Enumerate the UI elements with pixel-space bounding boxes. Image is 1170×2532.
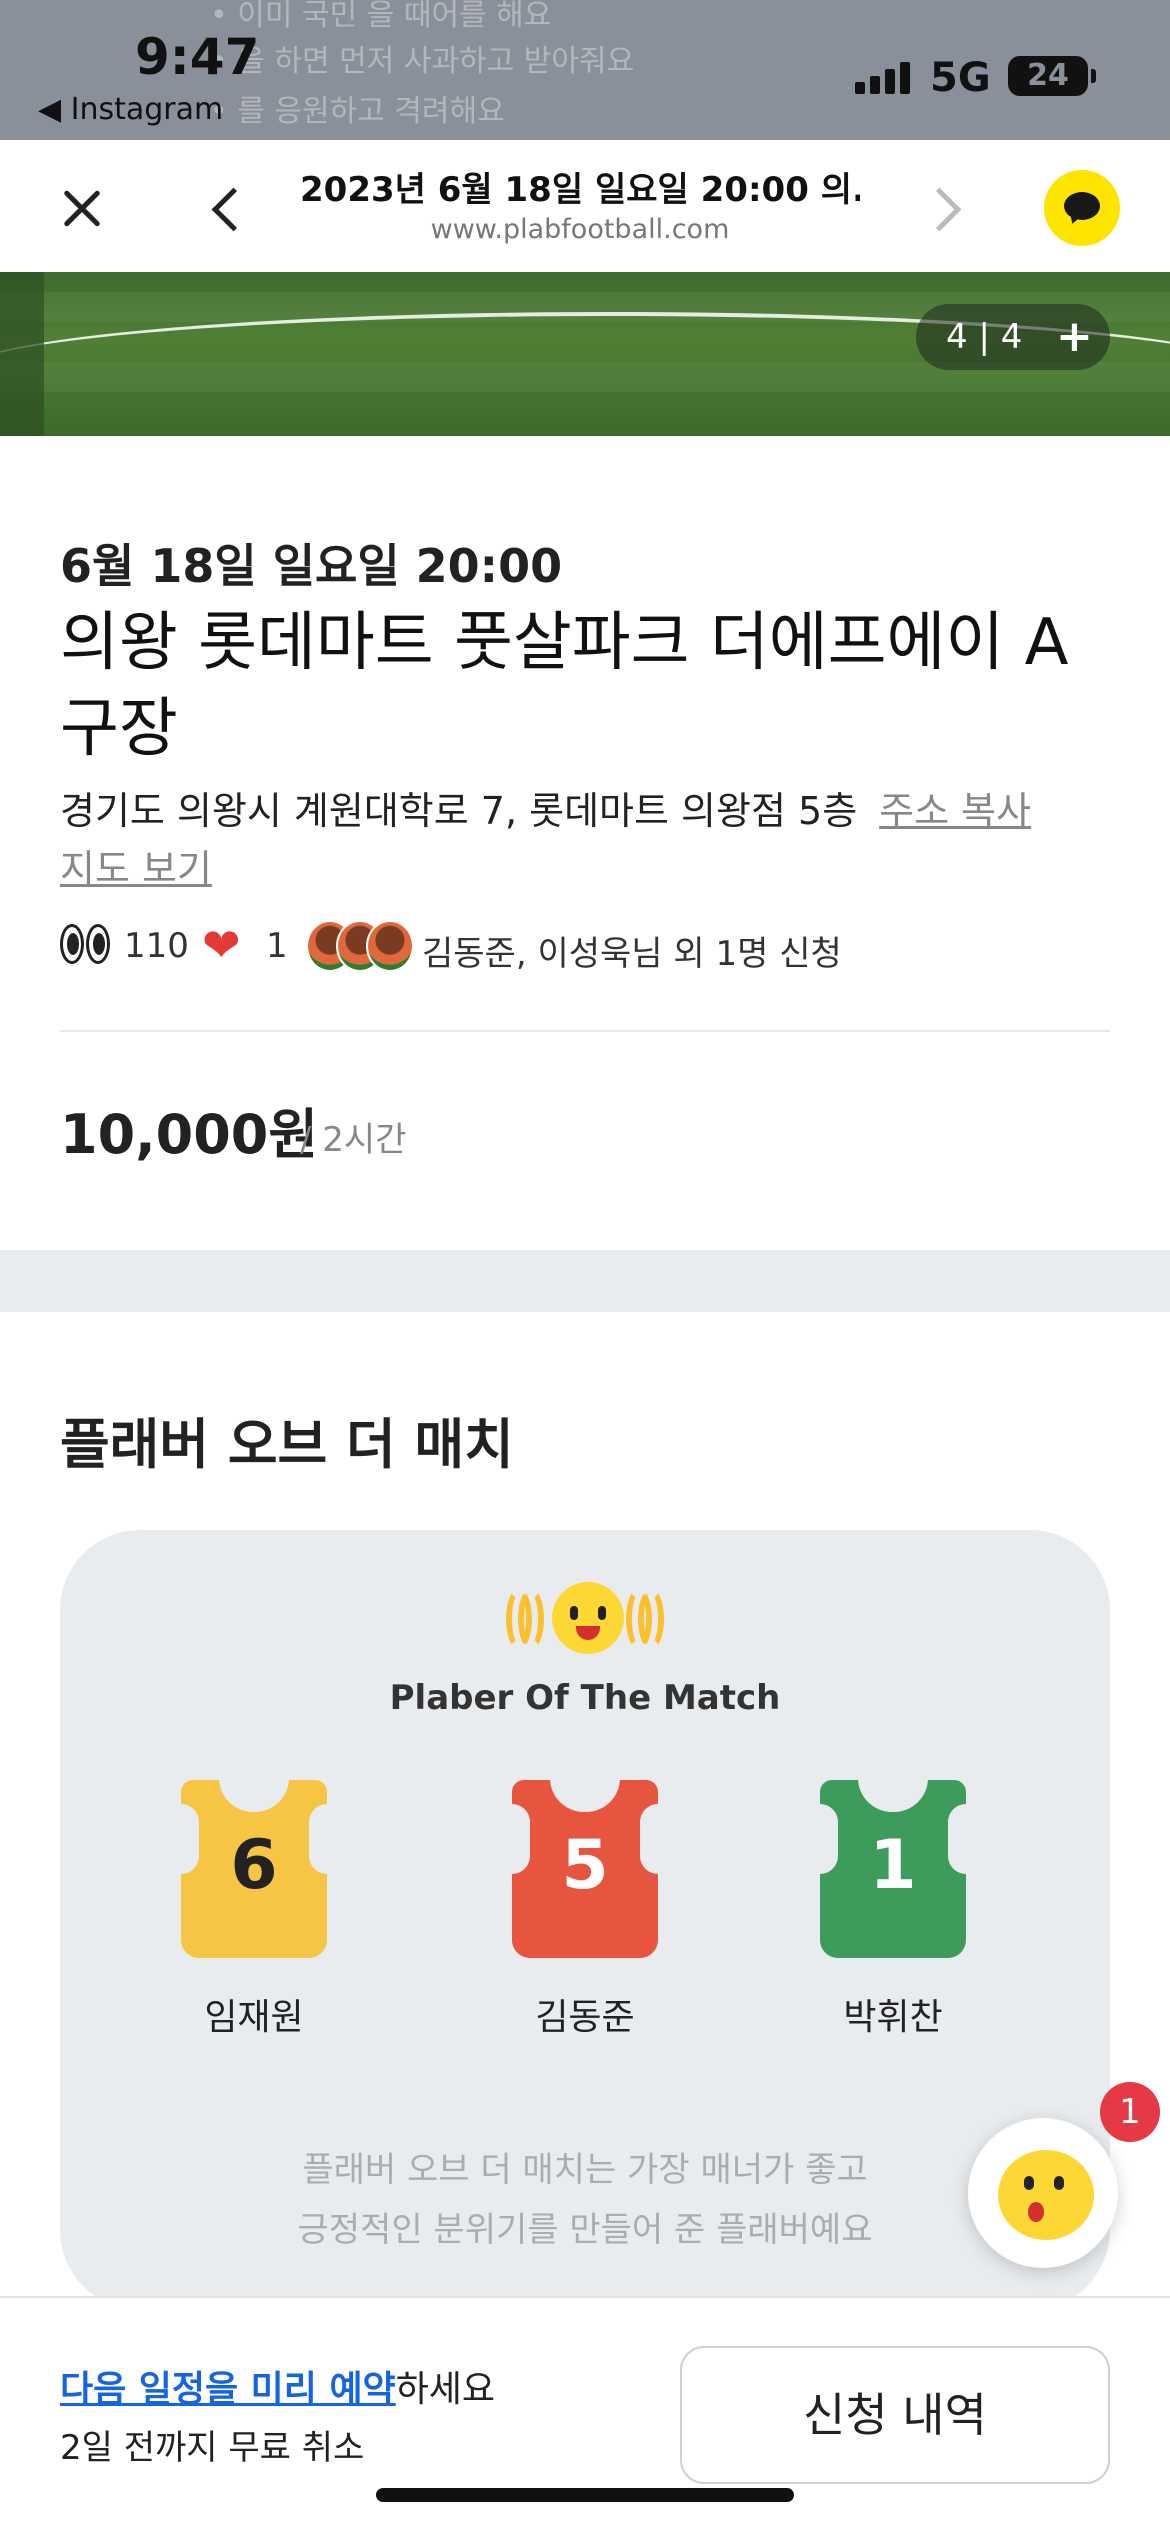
jersey-icon: 5 [512,1778,658,1958]
view-count: 110 [124,926,189,966]
potm-player: 6 임재원 [174,1778,334,2040]
chat-bot-button[interactable] [968,2118,1118,2268]
applicants-text: 김동준, 이성욱님 외 1명 신청 [422,934,842,974]
eyes-icon [60,924,112,968]
section-separator [0,1250,1170,1312]
applicant-avatars [306,920,416,972]
network-type: 5G [930,55,991,101]
venue-name: 의왕 롯데마트 풋살파크 더에프에이 A구장 [60,606,1069,766]
player-name: 김동준 [535,1997,635,2038]
reserve-suffix: 하세요 [395,2369,496,2410]
jersey-icon: 1 [820,1778,966,1958]
potm-player: 5 김동준 [505,1778,665,2040]
browser-title: 2023년 6월 18일 일요일 20:00 의... [300,170,860,210]
back-icon[interactable] [202,180,252,240]
expand-photo-icon[interactable]: + [1056,304,1093,370]
background-text: • 이미 국민 을 때어를 해요 [210,0,552,33]
venue-address: 경기도 의왕시 계원대학로 7, 롯데마트 의왕점 5층 주소 복사 [60,780,1031,835]
match-datetime: 6월 18일 일요일 20:00 [60,539,563,593]
background-text: • 를 응원하고 격려해요 [210,94,505,129]
potm-card: Plaber Of The Match 6 임재원 5 김동준 1 박휘찬 플래… [60,1530,1110,2310]
kakaotalk-share-icon[interactable] [1044,170,1120,246]
home-indicator [376,2488,794,2502]
player-name: 임재원 [204,1997,304,2038]
jersey-number: 5 [561,1826,609,1905]
cheering-face-icon [506,1580,666,1660]
like-count: 1 [266,926,288,966]
close-icon[interactable] [52,178,112,238]
reserve-prompt: 다음 일정을 미리 예약하세요 [60,2360,495,2412]
heart-icon[interactable]: ❤ [202,922,241,968]
in-app-browser-header: 2023년 6월 18일 일요일 20:00 의... www.plabfoot… [0,140,1170,272]
status-bar: • 이미 국민 을 때어를 해요 • 을 하면 먼저 사과하고 받아줘요 • 를… [0,0,1170,140]
application-history-button[interactable]: 신청 내역 [680,2346,1110,2484]
match-duration: / 2시간 [300,1120,407,1160]
surprised-face-icon [998,2150,1094,2240]
signal-icon [855,62,913,94]
cancel-policy-note: 2일 전까지 무료 취소 [60,2428,365,2468]
match-price: 10,000원 [60,1103,319,1166]
photo-index: 4 | 4 [946,317,1023,357]
potm-description: 플래버 오브 더 매치는 가장 매너가 좋고 긍정적인 분위기를 만들어 준 플… [60,2140,1110,2260]
jersey-icon: 6 [181,1778,327,1958]
jersey-number: 1 [869,1826,917,1905]
forward-icon[interactable] [920,180,970,240]
potm-section-title: 플래버 오브 더 매치 [60,1413,514,1476]
photo-counter[interactable]: 4 | 4 + [916,304,1110,370]
background-text: • 을 하면 먼저 사과하고 받아줘요 [210,44,635,79]
address-text: 경기도 의왕시 계원대학로 7, 롯데마트 의왕점 5층 [60,789,858,833]
copy-address-link[interactable]: 주소 복사 [879,789,1031,833]
player-name: 박휘찬 [843,1997,943,2038]
status-time: 9:47 [135,28,260,86]
view-map-link[interactable]: 지도 보기 [60,838,212,893]
potm-label: Plaber Of The Match [389,1678,781,1718]
jersey-number: 6 [230,1826,278,1905]
notification-badge: 1 [1100,2082,1160,2142]
divider [60,1030,1110,1032]
back-to-instagram[interactable]: ◀ Instagram [38,92,223,127]
reserve-next-link[interactable]: 다음 일정을 미리 예약 [60,2369,396,2410]
potm-desc-line: 긍정적인 분위기를 만들어 준 플래버예요 [297,2210,873,2250]
potm-desc-line: 플래버 오브 더 매치는 가장 매너가 좋고 [302,2150,868,2190]
field-photo[interactable]: 4 | 4 + [0,272,1170,436]
browser-url: www.plabfootball.com [430,214,730,245]
potm-player: 1 박휘찬 [813,1778,973,2040]
battery-icon: 24 [1008,56,1096,96]
